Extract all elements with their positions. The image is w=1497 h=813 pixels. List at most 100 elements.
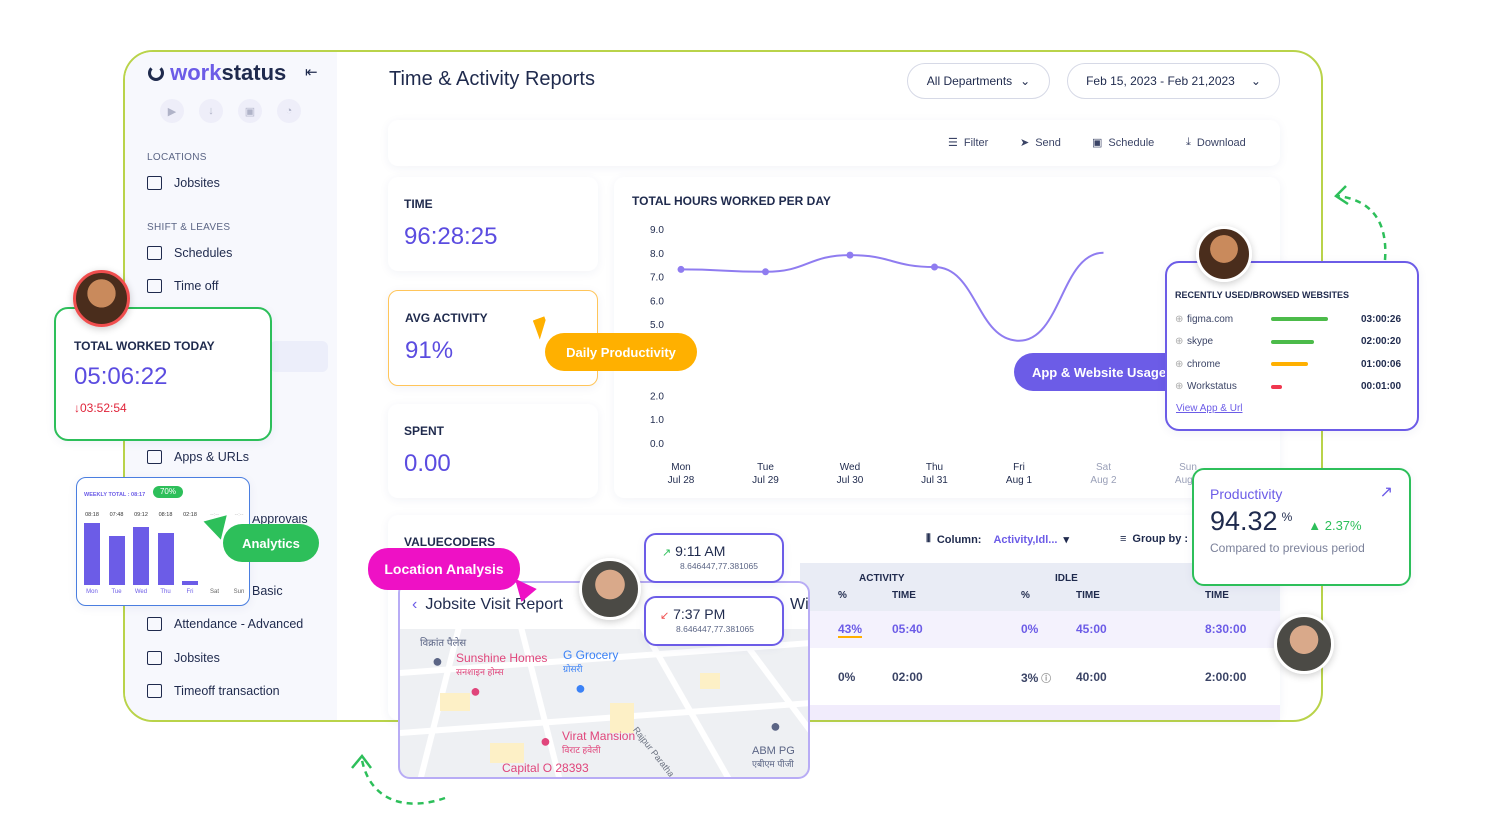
file-plus-icon <box>147 684 162 698</box>
view-app-url-link[interactable]: View App & Url <box>1176 403 1417 414</box>
x-tick-label: Jul 30 <box>837 475 864 486</box>
y-tick-label: 8.0 <box>650 249 664 260</box>
screen-icon[interactable]: ▣ <box>238 99 262 123</box>
arrow-down-left-icon: ↙ <box>660 610 670 622</box>
x-tick-label: Jul 28 <box>668 475 695 486</box>
y-tick-label: 7.0 <box>650 273 664 284</box>
sidebar-quick-actions: ▶ ↓ ▣ ◔ <box>160 99 301 123</box>
map-pin-icon[interactable]: ● <box>432 651 443 672</box>
section-title: LOCATIONS <box>147 152 207 163</box>
send-button[interactable]: ➤ Send <box>1020 136 1061 150</box>
day-label: Tue <box>111 589 122 595</box>
data-point[interactable] <box>931 263 938 271</box>
hotel-pin-icon[interactable]: ● <box>540 731 551 752</box>
time-card: TIME 96:28:25 <box>388 177 598 271</box>
column-select[interactable]: ⦀ Column: Activity,Idl... ▾ <box>926 533 1069 546</box>
page-title: Time & Activity Reports <box>389 68 595 90</box>
data-point[interactable] <box>846 251 854 259</box>
arrow-up-right-icon: ↗ <box>662 547 672 559</box>
globe-icon: ⊕ <box>1175 336 1184 348</box>
send-icon: ➤ <box>1020 137 1030 149</box>
day-label: Sat <box>209 589 219 595</box>
download-icon[interactable]: ↓ <box>199 99 223 123</box>
filter-icon: ☰ <box>948 137 958 149</box>
weekly-bar[interactable] <box>157 533 174 585</box>
back-icon[interactable]: ‹ <box>412 596 417 614</box>
map-pin-icon[interactable]: ● <box>770 716 781 737</box>
sidebar-item-timeoff-transaction[interactable]: Timeoff transaction <box>147 684 280 698</box>
bar-label: 08:18 <box>85 512 99 518</box>
sidebar-item-apps-urls[interactable]: Apps & URLs <box>147 450 249 464</box>
y-tick-label: 5.0 <box>650 320 664 331</box>
globe-icon: ⊕ <box>1175 358 1184 370</box>
weekly-bar[interactable] <box>84 523 100 585</box>
sidebar-item-time-off[interactable]: Time off <box>147 279 218 293</box>
globe-icon: ⊕ <box>1175 381 1184 393</box>
weekly-bar[interactable] <box>182 581 198 585</box>
collapse-sidebar-button[interactable]: ⇤ <box>305 63 318 81</box>
table-icon <box>147 617 162 631</box>
weekly-bar[interactable] <box>133 527 149 585</box>
filter-button[interactable]: ☰ Filter <box>948 136 988 150</box>
calendar-icon <box>147 246 162 260</box>
sidebar-item-jobsites[interactable]: Jobsites <box>147 176 220 190</box>
globe-icon: ⊕ <box>1175 313 1184 325</box>
calendar-plus-icon <box>147 279 162 293</box>
day-label: Mon <box>86 589 98 595</box>
calendar-check-icon: ▣ <box>1092 137 1103 149</box>
logo: workstatus <box>148 60 286 86</box>
sidebar-item-basic[interactable]: Basic <box>252 584 283 598</box>
dashed-arrow-icon <box>351 753 446 805</box>
sidebar-item-jobsites-report[interactable]: Jobsites <box>147 651 220 665</box>
website-row[interactable]: ⊕ figma.com 03:00:26 <box>1175 308 1417 331</box>
group-by-select[interactable]: ≡ Group by : <box>1120 533 1188 545</box>
x-tick-label: Wed <box>840 462 860 473</box>
building-icon <box>147 176 162 190</box>
play-icon[interactable]: ▶ <box>160 99 184 123</box>
x-tick-label: Tue <box>757 462 774 473</box>
schedule-button[interactable]: ▣ Schedule <box>1092 136 1154 150</box>
avatar <box>1274 614 1334 674</box>
download-button[interactable]: ⤓ Download <box>1186 136 1246 149</box>
website-row[interactable]: ⊕ Workstatus 00:01:00 <box>1175 376 1417 399</box>
chevron-down-icon: ⌄ <box>1020 74 1031 88</box>
x-tick-label: Aug 1 <box>1006 475 1033 486</box>
sidebar-item-attendance-advanced[interactable]: Attendance - Advanced <box>147 617 303 631</box>
y-tick-label: 9.0 <box>650 225 664 236</box>
series-line <box>680 251 1104 342</box>
file-pin-icon <box>147 651 162 665</box>
date-range-select[interactable]: Feb 15, 2023 - Feb 21,2023 ⌄ <box>1067 63 1280 99</box>
app-usage-callout: App & Website Usage <box>1014 353 1184 391</box>
apps-icon <box>147 450 162 464</box>
place-label: G Grocery ग्रोसरी <box>563 648 619 674</box>
website-row[interactable]: ⊕ skype 02:00:20 <box>1175 331 1417 354</box>
bell-icon[interactable]: ◔ <box>277 99 301 123</box>
cart-pin-icon[interactable]: ● <box>575 678 586 699</box>
power-icon <box>148 65 164 81</box>
chart-title: TOTAL HOURS WORKED PER DAY <box>632 194 831 208</box>
usage-bar <box>1271 317 1328 322</box>
today-delta: ↓03:52:54 <box>74 401 127 415</box>
section-title: SHIFT & LEAVES <box>147 222 231 233</box>
website-row[interactable]: ⊕ chrome 01:00:06 <box>1175 353 1417 376</box>
place-label: Sunshine Homes सनशाइन होम्स <box>456 651 548 677</box>
sidebar-item-schedules[interactable]: Schedules <box>147 246 232 260</box>
data-point[interactable] <box>677 265 685 273</box>
info-icon[interactable]: ⓘ <box>1038 674 1051 685</box>
analytics-callout: Analytics <box>223 524 319 562</box>
x-tick-label: Mon <box>671 462 690 473</box>
usage-bar <box>1271 384 1283 389</box>
hotel-pin-icon[interactable]: ● <box>470 681 481 702</box>
weekly-bar[interactable] <box>108 536 125 585</box>
usage-bar <box>1271 362 1309 367</box>
total-worked-today-card: TOTAL WORKED TODAY 05:06:22 ↓03:52:54 <box>54 307 272 441</box>
bar-label: 07:48 <box>109 512 124 518</box>
data-point[interactable] <box>762 268 769 276</box>
weekly-badge: 70% <box>153 486 183 498</box>
x-tick-label: Aug 2 <box>1090 475 1117 486</box>
day-label: Thu <box>160 589 171 595</box>
chevron-down-icon: ⌄ <box>1250 74 1261 88</box>
day-label: Fri <box>186 589 194 595</box>
department-select[interactable]: All Departments ⌄ <box>907 63 1050 99</box>
caret-down-icon: ▾ <box>1063 534 1069 546</box>
